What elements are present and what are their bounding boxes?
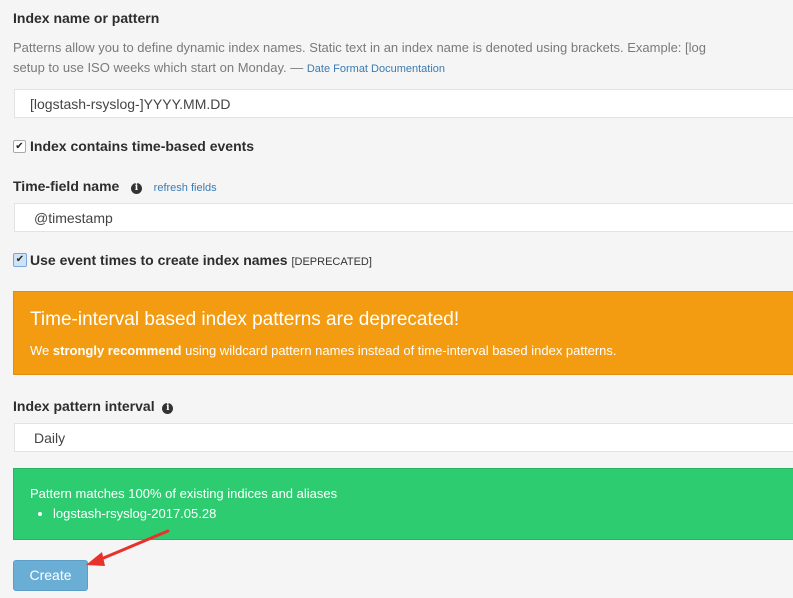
date-format-doc-link[interactable]: Date Format Documentation bbox=[307, 63, 445, 75]
warning-text-strong: strongly recommend bbox=[52, 343, 182, 358]
event-times-label-row: Use event times to create index names [D… bbox=[30, 252, 372, 268]
help-line-2: setup to use ISO weeks which start on Mo… bbox=[13, 58, 793, 79]
event-times-checkbox[interactable]: ✔ bbox=[13, 253, 27, 267]
index-pattern-help: Patterns allow you to define dynamic ind… bbox=[13, 38, 793, 79]
interval-label-row: Index pattern interval i bbox=[13, 398, 174, 414]
warning-text-post: using wildcard pattern names instead of … bbox=[185, 343, 617, 358]
help-line-2-text: setup to use ISO weeks which start on Mo… bbox=[13, 60, 304, 75]
event-times-label: Use event times to create index names bbox=[30, 252, 288, 268]
interval-label: Index pattern interval bbox=[13, 398, 155, 414]
time-field-select[interactable]: @timestamp bbox=[14, 203, 793, 232]
deprecation-warning: Time-interval based index patterns are d… bbox=[13, 291, 793, 375]
match-title: Pattern matches 100% of existing indices… bbox=[30, 486, 338, 501]
index-pattern-input[interactable]: [logstash-rsyslog-]YYYY.MM.DD bbox=[14, 89, 793, 118]
annotation-arrow-icon bbox=[86, 529, 170, 566]
index-pattern-label: Index name or pattern bbox=[13, 10, 160, 26]
warning-title: Time-interval based index patterns are d… bbox=[30, 309, 460, 330]
warning-text-pre: We bbox=[30, 343, 50, 358]
info-icon[interactable]: i bbox=[131, 183, 142, 194]
warning-text: We strongly recommend using wildcard pat… bbox=[30, 343, 617, 358]
time-based-checkbox[interactable]: ✔ bbox=[13, 140, 26, 153]
help-line-1: Patterns allow you to define dynamic ind… bbox=[13, 40, 706, 55]
match-list: logstash-rsyslog-2017.05.28 bbox=[30, 506, 216, 521]
time-field-label-row: Time-field name i refresh fields bbox=[13, 178, 217, 194]
time-field-label: Time-field name bbox=[13, 178, 120, 194]
create-button[interactable]: Create bbox=[13, 560, 88, 591]
list-item: logstash-rsyslog-2017.05.28 bbox=[53, 506, 216, 521]
deprecated-tag: [DEPRECATED] bbox=[291, 256, 372, 268]
interval-select[interactable]: Daily bbox=[14, 423, 793, 452]
refresh-fields-link[interactable]: refresh fields bbox=[154, 182, 217, 194]
time-based-label: Index contains time-based events bbox=[30, 138, 255, 154]
info-icon[interactable]: i bbox=[162, 403, 174, 414]
